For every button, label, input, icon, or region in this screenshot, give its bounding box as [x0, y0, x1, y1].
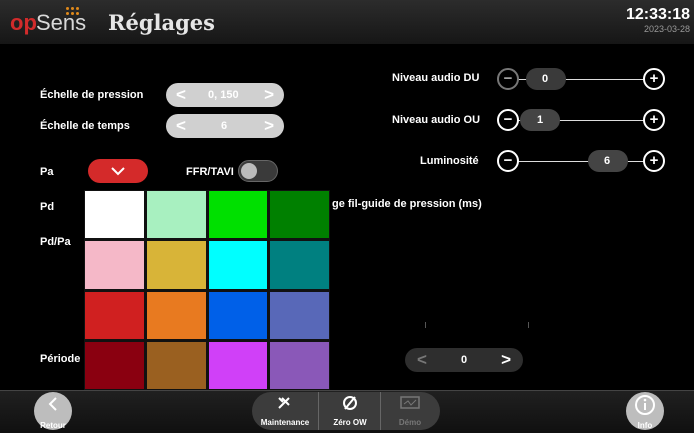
pressure-scale-label: Échelle de pression — [40, 89, 144, 101]
tick-mark — [528, 322, 529, 328]
brightness-slider-track[interactable] — [508, 161, 656, 162]
brightness-increase-button[interactable]: + — [643, 150, 665, 172]
pressure-scale-increase-button[interactable]: > — [264, 83, 274, 107]
zero-ow-label: Zéro OW — [333, 418, 367, 427]
color-swatch[interactable] — [146, 341, 206, 389]
delay-decrease-button[interactable]: < — [417, 348, 427, 372]
color-swatch[interactable] — [208, 341, 268, 389]
color-swatch[interactable] — [146, 191, 206, 239]
pdpa-label: Pd/Pa — [40, 236, 71, 248]
audio-du-label: Niveau audio DU — [392, 72, 480, 84]
maintenance-button[interactable]: Maintenance — [252, 392, 318, 430]
back-label: Retour — [40, 421, 66, 430]
info-icon — [635, 395, 655, 415]
delay-value: 0 — [461, 354, 468, 366]
brightness-decrease-button[interactable]: − — [497, 150, 519, 172]
audio-ou-label: Niveau audio OU — [392, 114, 481, 126]
audio-du-knob[interactable]: 0 — [526, 68, 566, 90]
chevron-left-icon — [48, 397, 57, 411]
time-scale-increase-button[interactable]: > — [264, 114, 274, 138]
delay-stepper: < 0 > — [405, 348, 523, 372]
color-swatch[interactable] — [85, 341, 144, 389]
pd-label: Pd — [40, 201, 55, 213]
clock-time: 12:33:18 — [625, 6, 690, 23]
color-palette-popup — [84, 190, 330, 390]
audio-ou-value: 1 — [537, 114, 544, 126]
color-swatch[interactable] — [208, 241, 268, 289]
audio-ou-increase-button[interactable]: + — [643, 109, 665, 131]
clock-date: 2023-03-28 — [643, 24, 690, 34]
divider — [318, 392, 319, 430]
logo-op: op — [10, 10, 37, 35]
color-swatch[interactable] — [270, 191, 329, 239]
ffr-tavi-toggle[interactable] — [238, 160, 278, 182]
color-swatch[interactable] — [85, 191, 144, 239]
pressure-scale-value: 0, 150 — [208, 89, 239, 101]
audio-du-value: 0 — [542, 73, 549, 85]
color-swatch[interactable] — [85, 241, 144, 289]
tick-mark — [425, 322, 426, 328]
color-swatch[interactable] — [270, 341, 329, 389]
monitor-icon — [400, 396, 420, 409]
brightness-label: Luminosité — [420, 155, 479, 167]
divider — [380, 392, 381, 430]
info-label: Info — [637, 421, 653, 430]
color-swatch[interactable] — [270, 241, 329, 289]
demo-label: Démo — [398, 418, 422, 427]
pa-color-dropdown[interactable] — [88, 159, 148, 183]
zero-ow-button[interactable]: Zéro OW — [320, 392, 380, 430]
color-swatch[interactable] — [270, 291, 329, 339]
time-scale-stepper: < 6 > — [166, 114, 284, 138]
logo-dots-icon — [66, 7, 80, 15]
header-bar — [0, 0, 694, 44]
brightness-value: 6 — [604, 155, 611, 167]
demo-button[interactable]: Démo — [382, 392, 438, 430]
color-swatch[interactable] — [146, 241, 206, 289]
time-scale-decrease-button[interactable]: < — [176, 114, 186, 138]
color-swatch[interactable] — [208, 191, 268, 239]
time-scale-value: 6 — [221, 120, 228, 132]
brightness-knob[interactable]: 6 — [588, 150, 628, 172]
zero-icon — [343, 396, 357, 410]
chevron-down-icon — [111, 167, 125, 176]
audio-ou-decrease-button[interactable]: − — [497, 109, 519, 131]
maintenance-label: Maintenance — [260, 418, 310, 427]
pressure-scale-decrease-button[interactable]: < — [176, 83, 186, 107]
page-title: Réglages — [108, 10, 215, 35]
audio-du-increase-button[interactable]: + — [643, 68, 665, 90]
audio-du-decrease-button[interactable]: − — [497, 68, 519, 90]
wrench-icon — [278, 397, 290, 409]
color-swatch[interactable] — [85, 291, 144, 339]
time-scale-label: Échelle de temps — [40, 120, 130, 132]
ffr-tavi-label: FFR/TAVI — [186, 166, 234, 178]
color-swatch[interactable] — [208, 291, 268, 339]
audio-ou-knob[interactable]: 1 — [520, 109, 560, 131]
pressure-scale-stepper: < 0, 150 > — [166, 83, 284, 107]
toggle-knob — [241, 163, 257, 179]
delay-increase-button[interactable]: > — [501, 348, 511, 372]
period-label: Période — [40, 353, 81, 365]
pa-label: Pa — [40, 166, 54, 178]
color-swatch[interactable] — [146, 291, 206, 339]
guidewire-delay-label: ge fil-guide de pression (ms) — [332, 198, 482, 210]
